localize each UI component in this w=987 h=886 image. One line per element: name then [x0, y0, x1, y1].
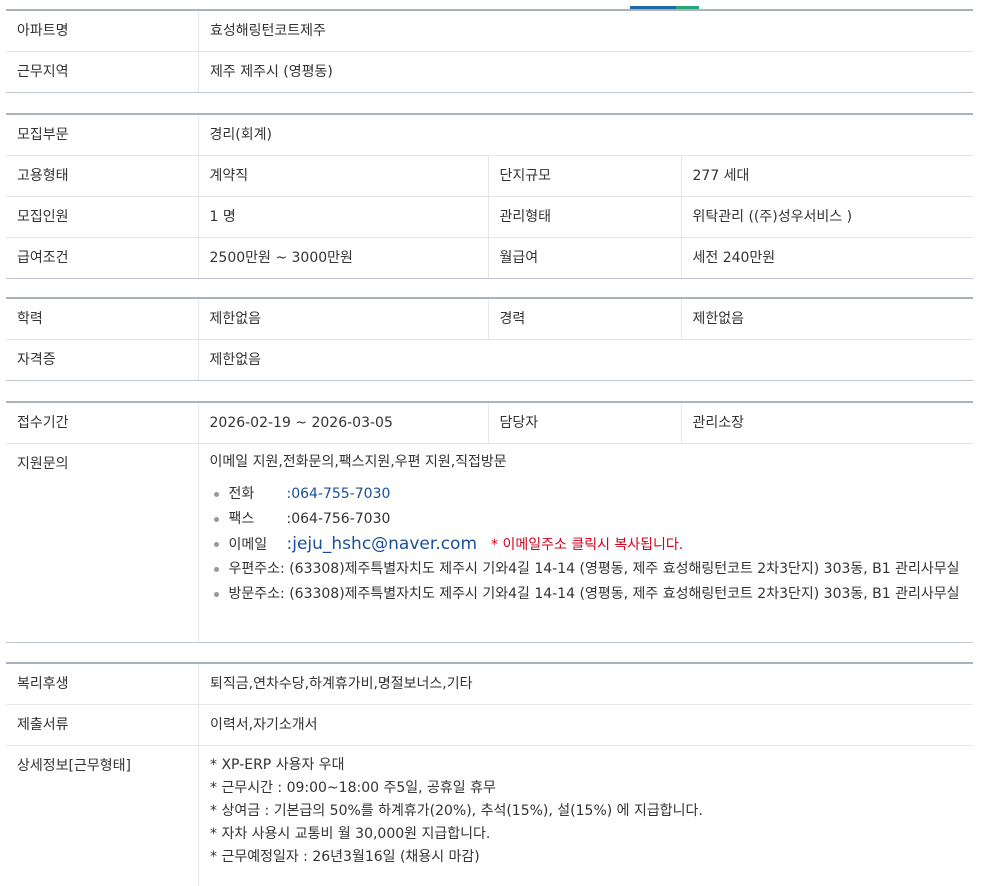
email-copy-note: * 이메일주소 클릭시 복사됩니다.	[491, 537, 683, 553]
value-complex-size: 277 세대	[681, 156, 973, 197]
row-documents: 제출서류 이력서,자기소개서	[6, 705, 973, 746]
detail-line: * 근무시간 : 09:00~18:00 주5일, 공휴일 휴무	[210, 777, 962, 800]
label-education: 학력	[6, 299, 198, 340]
row-period: 접수기간 2026-02-19 ~ 2026-03-05 담당자 관리소장	[6, 403, 973, 444]
label-license: 자격증	[6, 340, 198, 381]
value-employment: 계약직	[198, 156, 488, 197]
section-apply: 접수기간 2026-02-19 ~ 2026-03-05 담당자 관리소장 지원…	[6, 401, 973, 643]
value-monthly: 세전 240만원	[681, 238, 973, 279]
value-benefits: 퇴직금,연차수당,하계휴가비,명절보너스,기타	[199, 664, 974, 705]
label-period: 접수기간	[6, 403, 198, 444]
label-benefits: 복리후생	[6, 664, 199, 705]
value-apt-name: 효성해링턴코트제주	[199, 11, 974, 52]
label-salary: 급여조건	[6, 238, 198, 279]
inquiry-methods: 이메일 지원,전화문의,팩스지원,우편 지원,직접방문	[210, 452, 963, 472]
value-detail: * XP-ERP 사용자 우대 * 근무시간 : 09:00~18:00 주5일…	[199, 746, 974, 886]
row-inquiry: 지원문의 이메일 지원,전화문의,팩스지원,우편 지원,직접방문 전화:064-…	[6, 444, 973, 643]
contact-phone: 전화:064-755-7030	[214, 482, 963, 507]
row-education: 학력 제한없음 경력 제한없음	[6, 299, 973, 340]
row-headcount: 모집인원 1 명 관리형태 위탁관리 ((주)성우서비스 )	[6, 197, 973, 238]
label-headcount: 모집인원	[6, 197, 198, 238]
email-label: 이메일	[229, 533, 287, 558]
visit-label: 방문주소	[229, 582, 281, 607]
value-headcount: 1 명	[198, 197, 488, 238]
fax-label: 팩스	[229, 507, 287, 532]
detail-line: * XP-ERP 사용자 우대	[210, 754, 962, 777]
contact-fax: 팩스:064-756-7030	[214, 507, 963, 532]
fax-value: :064-756-7030	[287, 511, 391, 527]
phone-label: 전화	[229, 482, 287, 507]
section-basic: 아파트명 효성해링턴코트제주 근무지역 제주 제주시 (영평동)	[6, 9, 973, 93]
label-monthly: 월급여	[488, 238, 681, 279]
value-management: 위탁관리 ((주)성우서비스 )	[681, 197, 973, 238]
label-dept: 모집부문	[6, 115, 198, 156]
label-apt-name: 아파트명	[6, 11, 199, 52]
section-recruit: 모집부문 경리(회계) 고용형태 계약직 단지규모 277 세대 모집인원 1 …	[6, 113, 973, 279]
value-documents: 이력서,자기소개서	[199, 705, 974, 746]
value-period: 2026-02-19 ~ 2026-03-05	[198, 403, 488, 444]
phone-link[interactable]: :064-755-7030	[287, 486, 391, 502]
contact-visit: 방문주소: (63308)제주특별자치도 제주시 기와4길 14-14 (영평동…	[214, 582, 963, 607]
row-benefits: 복리후생 퇴직금,연차수당,하계휴가비,명절보너스,기타	[6, 664, 973, 705]
value-inquiry: 이메일 지원,전화문의,팩스지원,우편 지원,직접방문 전화:064-755-7…	[198, 444, 973, 643]
contact-list: 전화:064-755-7030 팩스:064-756-7030 이메일:jeju…	[210, 482, 963, 607]
contact-mail: 우편주소: (63308)제주특별자치도 제주시 기와4길 14-14 (영평동…	[214, 557, 963, 582]
value-career: 제한없음	[681, 299, 973, 340]
label-documents: 제출서류	[6, 705, 199, 746]
row-dept: 모집부문 경리(회계)	[6, 115, 973, 156]
value-license: 제한없음	[198, 340, 973, 381]
detail-lines: * XP-ERP 사용자 우대 * 근무시간 : 09:00~18:00 주5일…	[210, 754, 962, 869]
row-salary: 급여조건 2500만원 ~ 3000만원 월급여 세전 240만원	[6, 238, 973, 279]
value-manager: 관리소장	[681, 403, 973, 444]
detail-line: * 상여금 : 기본급의 50%를 하계휴가(20%), 추석(15%), 설(…	[210, 800, 962, 823]
row-region: 근무지역 제주 제주시 (영평동)	[6, 52, 973, 93]
mail-value: : (63308)제주특별자치도 제주시 기와4길 14-14 (영평동, 제주…	[280, 561, 960, 577]
detail-line: * 자차 사용시 교통비 월 30,000원 지급합니다.	[210, 823, 962, 846]
label-complex-size: 단지규모	[488, 156, 681, 197]
visit-value: : (63308)제주특별자치도 제주시 기와4길 14-14 (영평동, 제주…	[280, 586, 960, 602]
section-qualification: 학력 제한없음 경력 제한없음 자격증 제한없음	[6, 297, 973, 381]
label-inquiry: 지원문의	[6, 444, 198, 643]
row-detail: 상세정보[근무형태] * XP-ERP 사용자 우대 * 근무시간 : 09:0…	[6, 746, 973, 886]
label-region: 근무지역	[6, 52, 199, 93]
row-apt-name: 아파트명 효성해링턴코트제주	[6, 11, 973, 52]
label-career: 경력	[488, 299, 681, 340]
value-region: 제주 제주시 (영평동)	[199, 52, 974, 93]
label-detail: 상세정보[근무형태]	[6, 746, 199, 886]
label-employment: 고용형태	[6, 156, 198, 197]
value-dept: 경리(회계)	[198, 115, 973, 156]
label-manager: 담당자	[488, 403, 681, 444]
contact-email: 이메일:jeju_hshc@naver.com * 이메일주소 클릭시 복사됩니다…	[214, 532, 963, 557]
value-salary: 2500만원 ~ 3000만원	[198, 238, 488, 279]
mail-label: 우편주소	[229, 557, 281, 582]
row-employment: 고용형태 계약직 단지규모 277 세대	[6, 156, 973, 197]
detail-line: * 근무예정일자 : 26년3월16일 (채용시 마감)	[210, 846, 962, 869]
row-license: 자격증 제한없음	[6, 340, 973, 381]
email-link[interactable]: :jeju_hshc@naver.com	[287, 534, 478, 554]
label-management: 관리형태	[488, 197, 681, 238]
section-welfare: 복리후생 퇴직금,연차수당,하계휴가비,명절보너스,기타 제출서류 이력서,자기…	[6, 662, 973, 886]
value-education: 제한없음	[198, 299, 488, 340]
